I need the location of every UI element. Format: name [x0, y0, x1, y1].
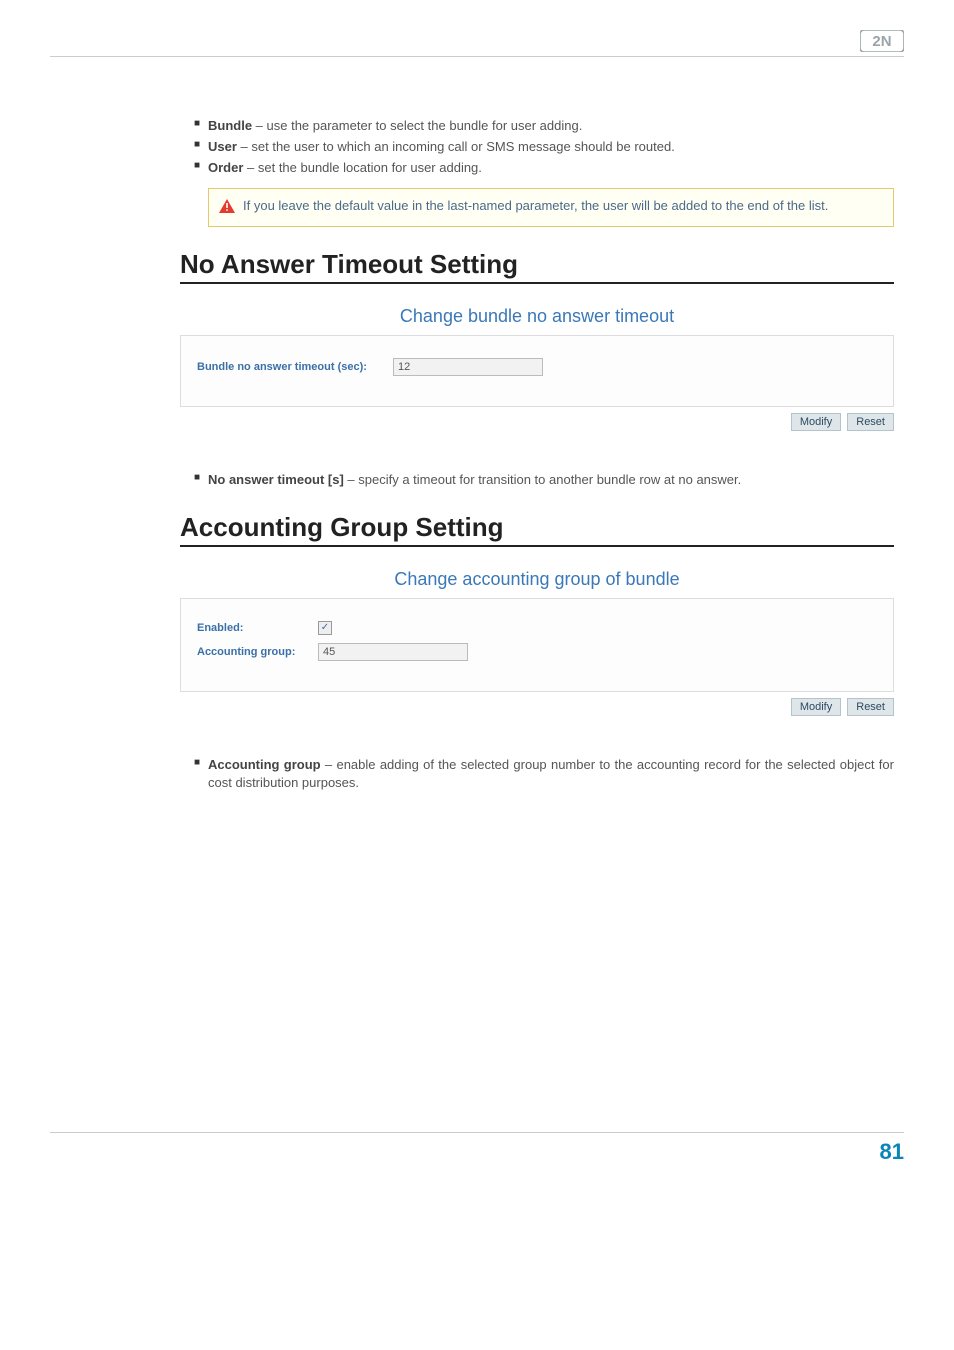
enabled-label: Enabled: — [197, 622, 312, 634]
term: User — [208, 139, 237, 154]
list-item: Order – set the bundle location for user… — [194, 159, 894, 177]
brand-logo: 2N — [860, 30, 904, 52]
term: Accounting group — [208, 757, 321, 772]
section-heading-accounting: Accounting Group Setting — [180, 512, 894, 547]
desc: – specify a timeout for transition to an… — [344, 472, 741, 487]
svg-text:2N: 2N — [872, 33, 891, 50]
warning-text: If you leave the default value in the la… — [243, 197, 828, 216]
term: Order — [208, 160, 243, 175]
list-item: No answer timeout [s] – specify a timeou… — [194, 471, 894, 489]
list-item: Bundle – use the parameter to select the… — [194, 117, 894, 135]
panel-accounting: Enabled: ✓ Accounting group: — [180, 598, 894, 692]
intro-bullet-list: Bundle – use the parameter to select the… — [180, 117, 894, 178]
list-item: User – set the user to which an incoming… — [194, 138, 894, 156]
warning-callout: If you leave the default value in the la… — [208, 188, 894, 228]
section-heading-no-answer: No Answer Timeout Setting — [180, 249, 894, 284]
accounting-bullet-list: Accounting group – enable adding of the … — [180, 756, 894, 792]
modify-button[interactable]: Modify — [791, 413, 841, 431]
list-item: Accounting group – enable adding of the … — [194, 756, 894, 792]
timeout-input[interactable] — [393, 358, 543, 376]
desc: – set the user to which an incoming call… — [237, 139, 675, 154]
enabled-checkbox[interactable]: ✓ — [318, 621, 332, 635]
accounting-group-label: Accounting group: — [197, 646, 312, 658]
timeout-label: Bundle no answer timeout (sec): — [197, 361, 387, 373]
desc: – set the bundle location for user addin… — [243, 160, 482, 175]
modify-button[interactable]: Modify — [791, 698, 841, 716]
page-number: 81 — [880, 1139, 904, 1165]
panel-title-accounting: Change accounting group of bundle — [180, 569, 894, 590]
panel-no-answer: Bundle no answer timeout (sec): — [180, 335, 894, 407]
desc: – use the parameter to select the bundle… — [252, 118, 582, 133]
warning-icon — [219, 199, 235, 219]
term: Bundle — [208, 118, 252, 133]
term: No answer timeout [s] — [208, 472, 344, 487]
reset-button[interactable]: Reset — [847, 698, 894, 716]
panel-title-no-answer: Change bundle no answer timeout — [180, 306, 894, 327]
accounting-group-input[interactable] — [318, 643, 468, 661]
timeout-bullet-list: No answer timeout [s] – specify a timeou… — [180, 471, 894, 489]
reset-button[interactable]: Reset — [847, 413, 894, 431]
